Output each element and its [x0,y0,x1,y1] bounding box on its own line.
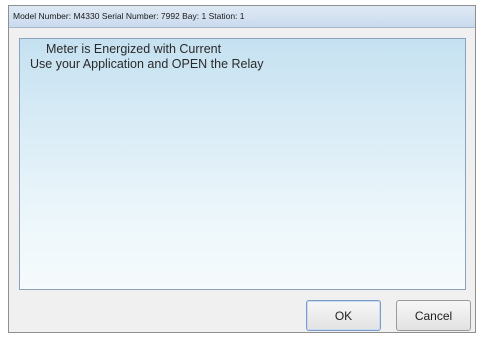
cancel-button[interactable]: Cancel [396,300,471,331]
message-panel: Meter is Energized with Current Use your… [19,38,466,290]
ok-button[interactable]: OK [306,300,381,331]
dialog-window: Model Number: M4330 Serial Number: 7992 … [8,5,476,333]
message-line-2: Use your Application and OPEN the Relay [30,57,264,71]
message-line-1: Meter is Energized with Current [46,42,222,56]
window-title: Model Number: M4330 Serial Number: 7992 … [9,6,475,28]
